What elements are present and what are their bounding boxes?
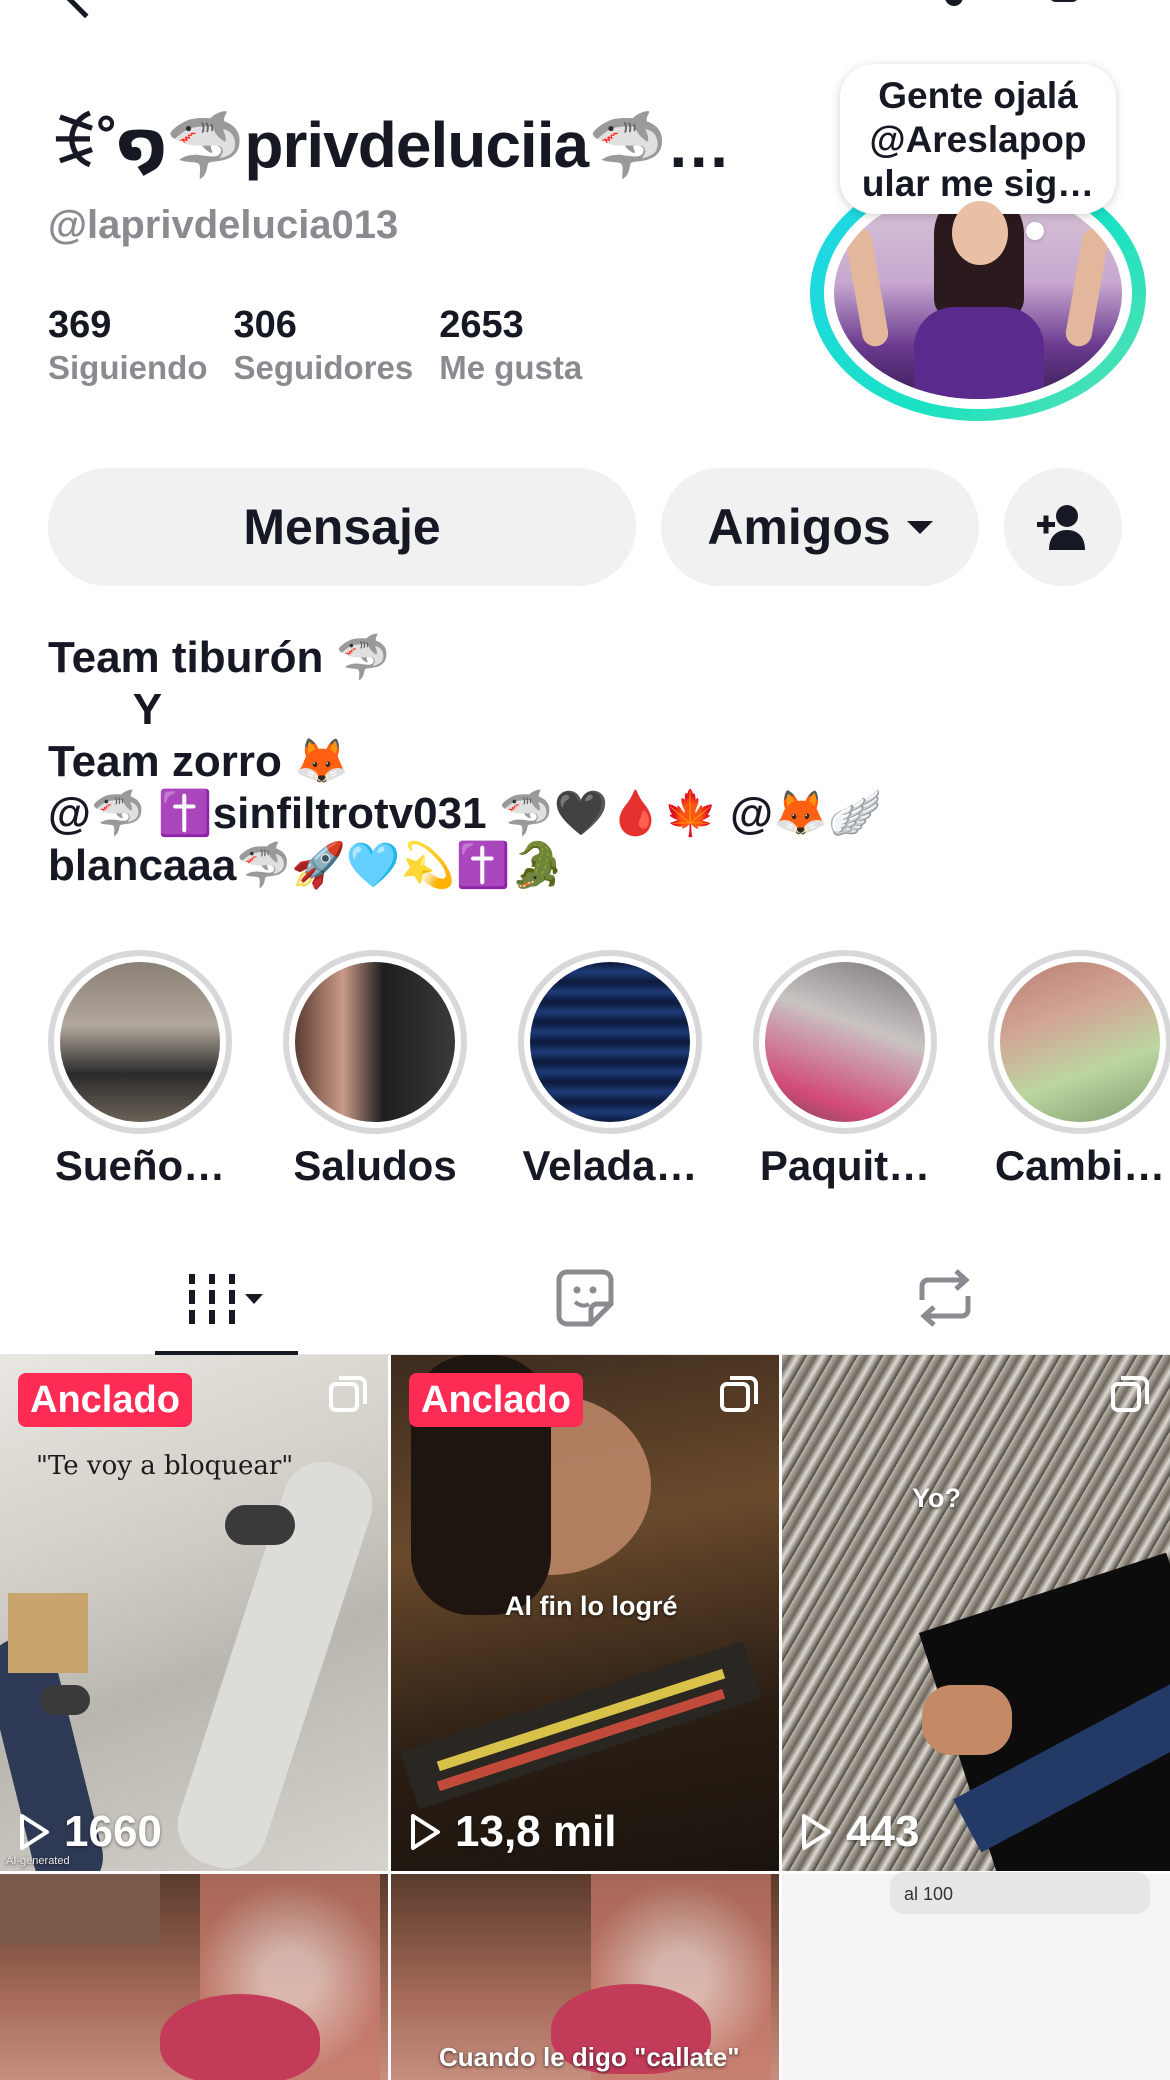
view-count: 13,8 mil bbox=[409, 1807, 616, 1857]
video-thumbnail[interactable]: Anclado "Te voy a bloquear" 1660 AI-gene… bbox=[0, 1355, 388, 1871]
message-button[interactable]: Mensaje bbox=[48, 468, 636, 586]
highlight-item[interactable]: Sueño… bbox=[48, 950, 232, 1190]
highlight-item[interactable]: Paquit… bbox=[753, 950, 937, 1190]
video-thumbnail[interactable]: Cuando le digo "callate" bbox=[391, 1874, 779, 2080]
bio-text: Team tiburón 🦈 Y Team zorro 🦊 @🦈 ✝️sinfi… bbox=[48, 633, 883, 890]
following-count: 369 bbox=[48, 304, 112, 346]
videos-grid-icon bbox=[188, 1273, 263, 1324]
sticker-icon bbox=[556, 1269, 614, 1326]
followers-count: 306 bbox=[233, 304, 297, 346]
top-right-icons[interactable] bbox=[945, 0, 1085, 12]
repost-icon bbox=[919, 1268, 971, 1327]
followers-label: Seguidores bbox=[233, 349, 414, 386]
video-caption: Yo? bbox=[912, 1483, 961, 1513]
likes-count: 2653 bbox=[439, 304, 524, 346]
video-caption: Al fin lo logré bbox=[505, 1591, 678, 1621]
top-bar bbox=[0, 0, 1170, 20]
likes-label: Me gusta bbox=[439, 349, 583, 386]
view-count: 1660 bbox=[18, 1807, 162, 1857]
add-friend-button[interactable] bbox=[1004, 468, 1122, 586]
note-bubble[interactable]: Gente ojalá @Areslapop ular me sig… bbox=[840, 64, 1116, 214]
back-arrow-icon[interactable] bbox=[63, 0, 107, 19]
view-count-text: 13,8 mil bbox=[455, 1807, 617, 1856]
stat-followers[interactable]: 306 Seguidores bbox=[234, 302, 414, 388]
stat-likes[interactable]: 2653 Me gusta bbox=[439, 302, 582, 388]
avatar-image bbox=[834, 187, 1122, 399]
video-caption: Cuando le digo "callate" bbox=[439, 2042, 740, 2072]
video-grid: Anclado "Te voy a bloquear" 1660 AI-gene… bbox=[0, 1355, 1170, 2080]
highlight-label: Saludos bbox=[293, 1142, 457, 1189]
friends-button[interactable]: Amigos bbox=[661, 468, 979, 586]
video-caption: "Te voy a bloquear" bbox=[36, 1451, 294, 1481]
ai-generated-label: AI-generated bbox=[6, 1855, 70, 1867]
caret-down-icon bbox=[906, 520, 933, 534]
multi-post-icon bbox=[720, 1376, 758, 1412]
friends-button-label: Amigos bbox=[707, 499, 891, 555]
story-highlights: Sueño… Saludos Velada… Paquit… Cambi… bbox=[0, 950, 1170, 1190]
play-icon bbox=[411, 1814, 440, 1850]
pinned-badge: Anclado bbox=[18, 1373, 192, 1427]
add-user-icon bbox=[1037, 505, 1085, 550]
tab-stickers[interactable] bbox=[530, 1240, 640, 1355]
note-bubble-tail bbox=[1026, 222, 1044, 240]
profile-tabs bbox=[0, 1240, 1170, 1357]
stat-following[interactable]: 369 Siguiendo bbox=[48, 302, 208, 388]
multi-post-icon bbox=[1111, 1376, 1149, 1412]
multi-post-icon bbox=[329, 1376, 367, 1412]
profile-stats: 369 Siguiendo 306 Seguidores 2653 Me gus… bbox=[48, 302, 608, 388]
pinned-badge: Anclado bbox=[409, 1373, 583, 1427]
view-count: 443 bbox=[800, 1807, 919, 1857]
display-name: ꉂ˚໑🦈privdeluciia🦈… bbox=[48, 109, 731, 181]
inset-image bbox=[8, 1593, 88, 1673]
video-caption[interactable]: al 100 bbox=[890, 1872, 1150, 1914]
highlight-item[interactable]: Saludos bbox=[283, 950, 467, 1190]
play-icon bbox=[802, 1814, 831, 1850]
mini-card-text: al 100 bbox=[904, 1884, 954, 1904]
username: @laprivdelucia013 bbox=[48, 203, 399, 247]
view-count-text: 443 bbox=[846, 1807, 920, 1856]
video-thumbnail[interactable]: Yo? 443 bbox=[782, 1355, 1170, 1871]
video-thumbnail[interactable]: Anclado Al fin lo logré 13,8 mil bbox=[391, 1355, 779, 1871]
highlight-label: Sueño… bbox=[54, 1142, 226, 1189]
tab-reposts[interactable] bbox=[890, 1240, 1000, 1355]
message-button-label: Mensaje bbox=[243, 499, 441, 555]
tab-videos[interactable] bbox=[155, 1240, 298, 1357]
highlight-item[interactable]: Cambi… bbox=[988, 950, 1170, 1190]
highlight-label: Paquit… bbox=[759, 1142, 931, 1189]
highlight-label: Velada… bbox=[522, 1142, 698, 1189]
highlight-item[interactable]: Velada… bbox=[518, 950, 702, 1190]
view-count-text: 1660 bbox=[64, 1807, 162, 1856]
following-label: Siguiendo bbox=[48, 349, 208, 386]
play-icon bbox=[20, 1814, 49, 1850]
note-text: Gente ojalá @Areslapop ular me sig… bbox=[861, 75, 1095, 204]
highlight-label: Cambi… bbox=[994, 1142, 1166, 1189]
video-thumbnail[interactable] bbox=[0, 1874, 388, 2080]
